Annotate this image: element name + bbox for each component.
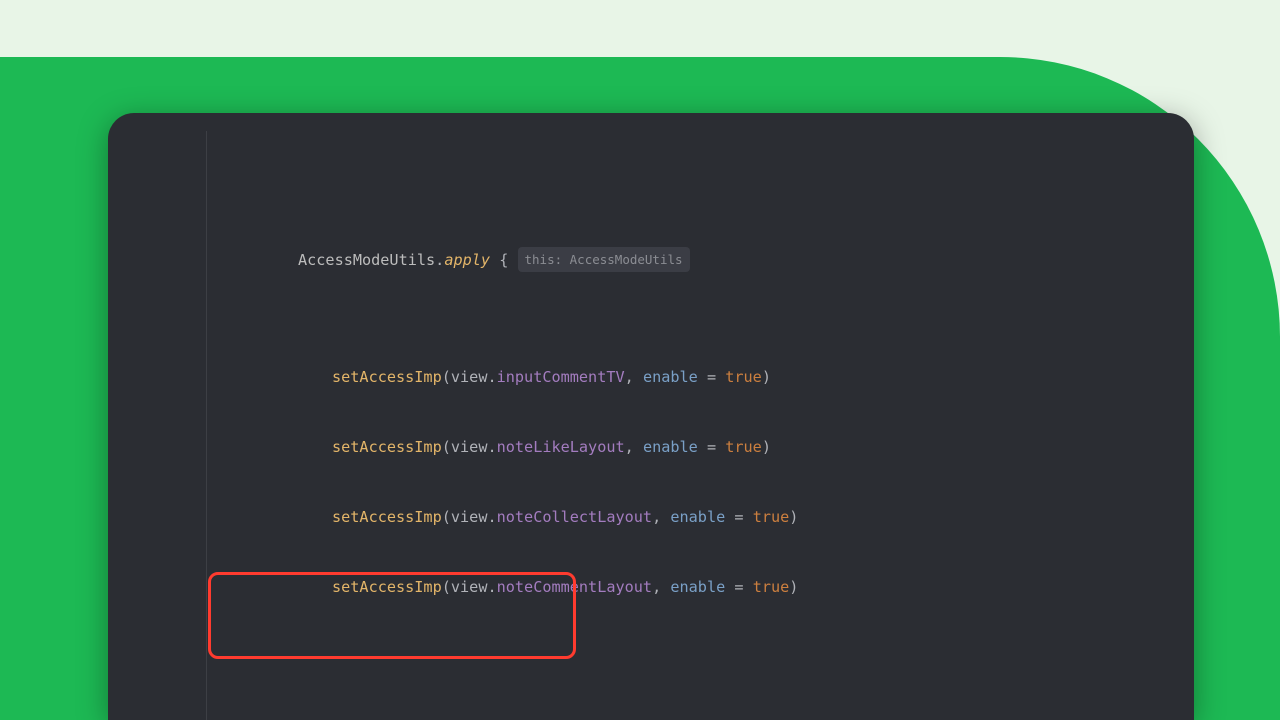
code-editor[interactable]: AccessModeUtils.apply { this: AccessMode… [108,113,1194,720]
code-line: setAccessImp(view.noteCommentLayout, ena… [188,576,1164,599]
gutter-line [206,131,207,720]
code-line: AccessModeUtils.apply { this: AccessMode… [188,247,1164,272]
ide-window: AccessModeUtils.apply { this: AccessMode… [108,113,1194,720]
code-line: setAccessImp(view.noteCollectLayout, ena… [188,506,1164,529]
code-line: setAccessImp(view.inputCommentTV, enable… [188,366,1164,389]
inlay-hint: this: AccessModeUtils [518,247,690,271]
code-blank [188,669,1164,692]
code-line: setAccessImp(view.noteLikeLayout, enable… [188,436,1164,459]
